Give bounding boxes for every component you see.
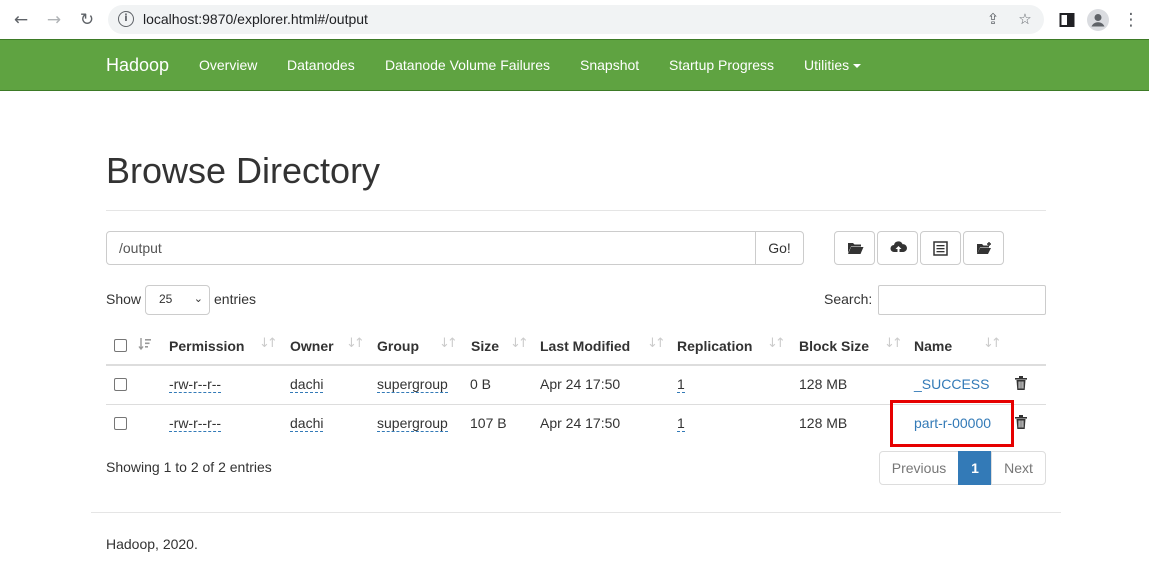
header-divider <box>106 364 1046 366</box>
back-icon[interactable]: ← <box>10 9 32 31</box>
footer-text: Hadoop, 2020. <box>106 536 198 552</box>
search-input[interactable] <box>878 285 1046 315</box>
permission-value[interactable]: -rw-r--r-- <box>169 415 222 432</box>
list-icon <box>933 241 948 256</box>
owner-value[interactable]: dachi <box>290 376 324 393</box>
replication-value[interactable]: 1 <box>677 415 685 432</box>
sort-both-icon[interactable]: ↓↑ <box>439 336 458 351</box>
row-checkbox[interactable] <box>114 378 127 391</box>
col-group[interactable]: Group <box>377 338 419 354</box>
side-panel-icon[interactable] <box>1056 9 1078 31</box>
col-permission[interactable]: Permission <box>169 338 244 354</box>
group-value[interactable]: supergroup <box>377 376 448 393</box>
browser-toolbar: ← → ↻ i localhost:9870/explorer.html#/ou… <box>0 0 1149 39</box>
trash-icon[interactable] <box>1015 415 1027 429</box>
divider <box>106 210 1046 211</box>
go-button[interactable]: Go! <box>755 231 804 265</box>
nav-startup-progress[interactable]: Startup Progress <box>669 57 774 73</box>
col-last-modified[interactable]: Last Modified <box>540 338 630 354</box>
page-title: Browse Directory <box>106 150 381 191</box>
directory-path-input[interactable]: /output <box>106 231 756 265</box>
nav-overview[interactable]: Overview <box>199 57 257 73</box>
nav-utilities-label: Utilities <box>804 57 850 73</box>
folder-open-button[interactable] <box>834 231 875 265</box>
show-label: Show <box>106 291 142 307</box>
reload-icon[interactable]: ↻ <box>76 9 98 31</box>
nav-snapshot[interactable]: Snapshot <box>580 57 639 73</box>
file-name-link[interactable]: _SUCCESS <box>914 376 989 392</box>
entries-per-page-select[interactable]: 25 ⌄ <box>145 285 210 315</box>
trash-icon[interactable] <box>1015 376 1027 390</box>
hadoop-navbar: Hadoop Overview Datanodes Datanode Volum… <box>0 39 1149 91</box>
size-value: 107 B <box>470 415 507 431</box>
nav-utilities[interactable]: Utilities <box>804 57 862 73</box>
new-folder-button[interactable] <box>963 231 1004 265</box>
search-label: Search: <box>824 291 873 307</box>
upload-cloud-icon <box>890 241 907 254</box>
sort-both-icon[interactable]: ↓↑ <box>983 336 1002 351</box>
select-all-checkbox[interactable] <box>114 339 127 352</box>
nav-datanode-volume-failures[interactable]: Datanode Volume Failures <box>385 57 550 73</box>
col-name[interactable]: Name <box>914 338 952 354</box>
col-owner[interactable]: Owner <box>290 338 334 354</box>
sort-both-icon[interactable]: ↓↑ <box>884 336 903 351</box>
sort-both-icon[interactable]: ↓↑ <box>259 336 278 351</box>
chevron-down-icon: ⌄ <box>193 292 203 305</box>
col-replication[interactable]: Replication <box>677 338 752 354</box>
sort-icon[interactable] <box>138 337 152 354</box>
caret-down-icon <box>853 64 862 69</box>
group-value[interactable]: supergroup <box>377 415 448 432</box>
url-text[interactable]: localhost:9870/explorer.html#/output <box>143 11 368 27</box>
entries-select-value: 25 <box>159 292 173 306</box>
annotation-highlight-box <box>890 400 1014 447</box>
previous-button[interactable]: Previous <box>879 451 959 485</box>
size-value: 0 B <box>470 376 492 392</box>
address-bar[interactable]: i localhost:9870/explorer.html#/output ⇪… <box>108 5 1044 34</box>
page-1-button[interactable]: 1 <box>958 451 992 485</box>
brand-hadoop[interactable]: Hadoop <box>106 55 169 76</box>
next-button[interactable]: Next <box>991 451 1046 485</box>
sort-both-icon[interactable]: ↓↑ <box>647 336 666 351</box>
col-block-size[interactable]: Block Size <box>799 338 869 354</box>
row-checkbox[interactable] <box>114 417 127 430</box>
new-folder-icon <box>977 242 991 254</box>
profile-avatar-icon[interactable] <box>1087 9 1109 31</box>
site-info-icon[interactable]: i <box>118 11 134 27</box>
modified-value: Apr 24 17:50 <box>540 415 621 431</box>
folder-open-icon <box>848 243 864 254</box>
sort-both-icon[interactable]: ↓↑ <box>767 336 786 351</box>
showing-entries-info: Showing 1 to 2 of 2 entries <box>106 459 272 475</box>
permission-value[interactable]: -rw-r--r-- <box>169 376 222 393</box>
replication-value[interactable]: 1 <box>677 376 685 393</box>
nav-datanodes[interactable]: Datanodes <box>287 57 355 73</box>
list-button[interactable] <box>920 231 961 265</box>
block-size-value: 128 MB <box>799 415 848 431</box>
sort-both-icon[interactable]: ↓↑ <box>346 336 365 351</box>
entries-label: entries <box>214 291 257 307</box>
block-size-value: 128 MB <box>799 376 848 392</box>
browser-menu-icon[interactable]: ⋮ <box>1120 9 1142 31</box>
star-icon[interactable]: ☆ <box>1016 10 1034 28</box>
forward-icon[interactable]: → <box>43 9 65 31</box>
sort-both-icon[interactable]: ↓↑ <box>510 336 529 351</box>
share-icon[interactable]: ⇪ <box>984 10 1002 28</box>
col-size[interactable]: Size <box>471 338 499 354</box>
modified-value: Apr 24 17:50 <box>540 376 621 392</box>
footer-divider <box>91 512 1061 513</box>
owner-value[interactable]: dachi <box>290 415 324 432</box>
upload-button[interactable] <box>877 231 918 265</box>
